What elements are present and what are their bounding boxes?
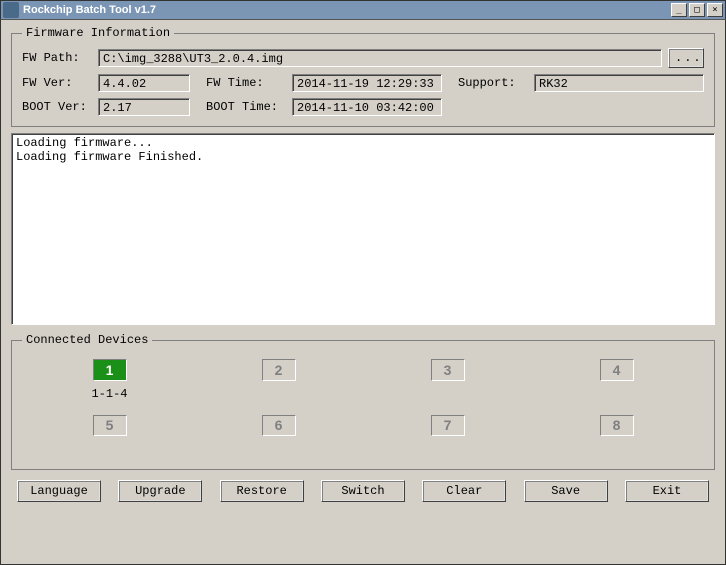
device-box-1[interactable]: 1 [93,359,127,381]
devices-fieldset: Connected Devices 1 1-1-4 2 3 4 5 6 7 8 [11,333,715,470]
app-icon [3,2,19,18]
device-box-3[interactable]: 3 [431,359,465,381]
device-box-4[interactable]: 4 [600,359,634,381]
fw-ver-label: FW Ver: [22,76,92,90]
support-label: Support: [458,76,528,90]
fw-time-label: FW Time: [206,76,286,90]
boot-time-label: BOOT Time: [206,100,286,114]
language-button[interactable]: Language [17,480,101,502]
log-area[interactable]: Loading firmware... Loading firmware Fin… [11,133,715,325]
devices-grid: 1 1-1-4 2 3 4 5 6 7 8 [22,355,704,459]
close-button[interactable]: × [707,3,723,17]
firmware-legend: Firmware Information [22,26,174,40]
device-slot-3[interactable]: 3 [368,359,527,409]
minimize-button[interactable]: _ [671,3,687,17]
device-box-5[interactable]: 5 [93,415,127,436]
fw-time-field: 2014-11-19 12:29:33 [292,74,442,92]
fw-path-label: FW Path: [22,51,92,65]
device-slot-7[interactable]: 7 [368,415,527,455]
fw-path-field[interactable]: C:\img_3288\UT3_2.0.4.img [98,49,662,67]
device-slot-2[interactable]: 2 [199,359,358,409]
device-slot-5[interactable]: 5 [30,415,189,455]
exit-button[interactable]: Exit [625,480,709,502]
clear-button[interactable]: Clear [422,480,506,502]
browse-button[interactable]: ... [668,48,704,68]
switch-button[interactable]: Switch [321,480,405,502]
support-field: RK32 [534,74,704,92]
device-slot-4[interactable]: 4 [537,359,696,409]
upgrade-button[interactable]: Upgrade [118,480,202,502]
bottom-toolbar: Language Upgrade Restore Switch Clear Sa… [11,476,715,502]
device-slot-8[interactable]: 8 [537,415,696,455]
device-label-1: 1-1-4 [91,387,127,401]
device-box-7[interactable]: 7 [431,415,465,436]
boot-time-field: 2014-11-10 03:42:00 [292,98,442,116]
device-box-6[interactable]: 6 [262,415,296,436]
boot-ver-field: 2.17 [98,98,190,116]
device-slot-6[interactable]: 6 [199,415,358,455]
devices-legend: Connected Devices [22,333,152,347]
maximize-button[interactable]: □ [689,3,705,17]
restore-button[interactable]: Restore [220,480,304,502]
fw-ver-field: 4.4.02 [98,74,190,92]
titlebar: Rockchip Batch Tool v1.7 _ □ × [0,0,726,20]
device-box-2[interactable]: 2 [262,359,296,381]
boot-ver-label: BOOT Ver: [22,100,92,114]
firmware-fieldset: Firmware Information FW Path: C:\img_328… [11,26,715,127]
save-button[interactable]: Save [524,480,608,502]
device-slot-1[interactable]: 1 1-1-4 [30,359,189,409]
client-area: Firmware Information FW Path: C:\img_328… [0,20,726,565]
device-box-8[interactable]: 8 [600,415,634,436]
window-title: Rockchip Batch Tool v1.7 [23,4,669,16]
